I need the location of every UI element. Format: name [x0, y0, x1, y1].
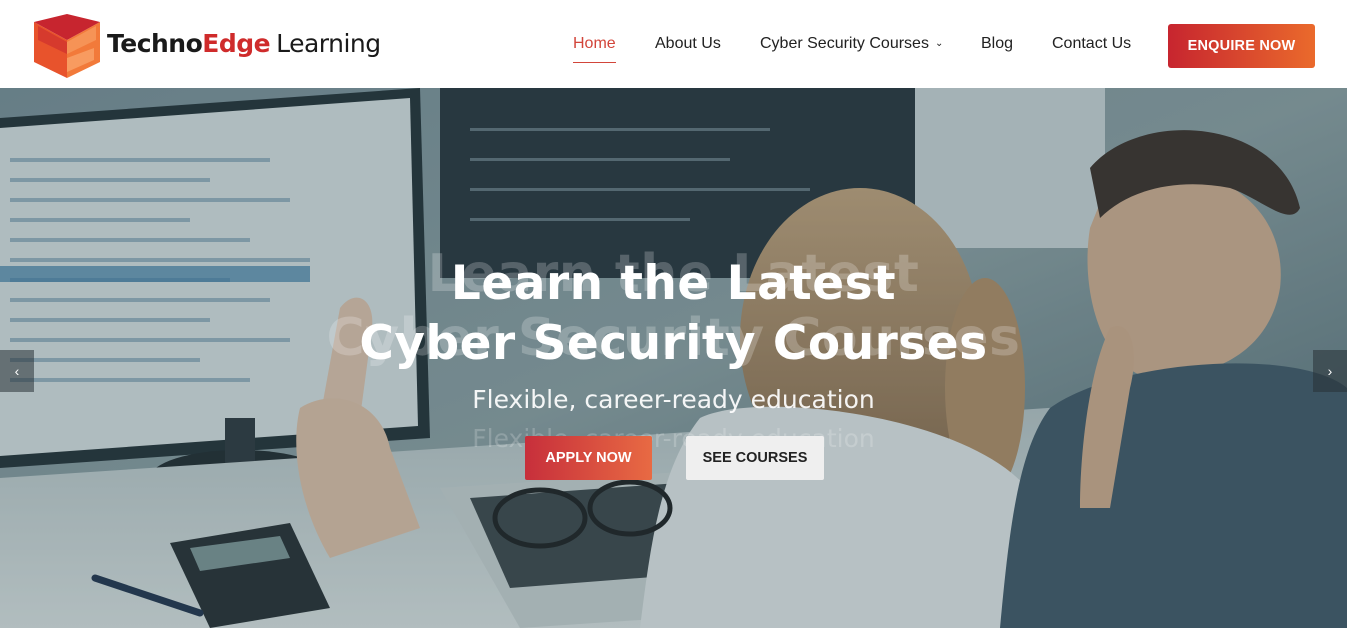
enquire-now-button[interactable]: ENQUIRE NOW: [1168, 24, 1315, 68]
slider-next-button[interactable]: ›: [1313, 350, 1347, 392]
brand-name: TechnoEdge Learning: [107, 29, 381, 58]
brand-name-edge: Edge: [202, 29, 271, 58]
nav-item-home[interactable]: Home: [573, 35, 616, 63]
nav-item-cyber-security-courses-label: Cyber Security Courses: [760, 35, 929, 52]
brand-name-techno: Techno: [107, 29, 203, 58]
brand-logo[interactable]: TechnoEdge Learning: [34, 14, 384, 78]
hero-headline-line2: Cyber Security Courses: [359, 316, 988, 371]
chevron-left-icon: ‹: [14, 363, 20, 379]
nav-item-cyber-security-courses[interactable]: Cyber Security Courses ⌄: [760, 35, 943, 53]
hero-subheading-ghost: Flexible, career-ready education: [472, 424, 875, 453]
hero-headline: Learn the Latest Cyber Security Courses: [0, 254, 1347, 374]
nav-item-blog[interactable]: Blog: [981, 35, 1013, 53]
hero-subheading: Flexible, career-ready education: [472, 385, 875, 414]
chevron-down-icon: ⌄: [934, 38, 944, 49]
hero-slider: Learn the Latest Cyber Security Courses …: [0, 88, 1347, 628]
site-header: TechnoEdge Learning Home About Us Cyber S…: [0, 0, 1347, 88]
logo-book-icon: [34, 14, 100, 78]
nav-item-about[interactable]: About Us: [655, 35, 721, 53]
apply-now-button[interactable]: APPLY NOW: [525, 436, 652, 480]
chevron-right-icon: ›: [1327, 363, 1333, 379]
see-courses-button[interactable]: SEE COURSES: [686, 436, 824, 480]
hero-headline-line1: Learn the Latest: [450, 256, 897, 311]
brand-name-learning: Learning: [276, 29, 381, 58]
nav-item-contact[interactable]: Contact Us: [1052, 35, 1131, 53]
slider-prev-button[interactable]: ‹: [0, 350, 34, 392]
